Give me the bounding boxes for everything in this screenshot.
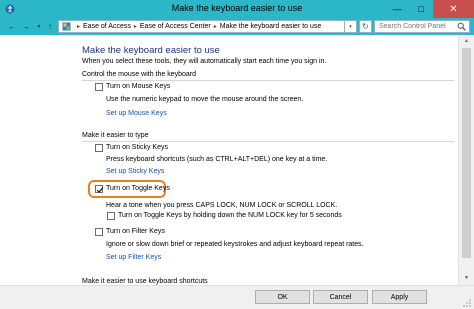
control-panel-icon [62,22,71,31]
scrollbar-thumb[interactable] [462,48,471,258]
toggle-keys-numlock-checkbox[interactable] [107,212,115,220]
sticky-keys-description: Press keyboard shortcuts (such as CTRL+A… [106,156,328,163]
forward-button[interactable]: → [20,21,32,32]
minimize-button[interactable]: — [385,0,409,18]
search-icon[interactable] [457,22,466,31]
section-divider [82,141,454,142]
up-button[interactable]: ↑ [44,21,56,32]
section-label-typing: Make it easier to type [82,132,149,139]
toggle-keys-checkbox[interactable] [95,185,104,194]
mouse-keys-checkbox[interactable] [95,83,103,91]
section-label-mouse: Control the mouse with the keyboard [82,71,197,78]
toggle-keys-description: Hear a tone when you press CAPS LOCK, NU… [106,202,338,209]
refresh-button[interactable]: ↻ [359,20,372,33]
toggle-keys-label[interactable]: Turn on Toggle Keys [106,185,170,192]
close-button[interactable]: ✕ [433,0,474,18]
set-up-mouse-keys-link[interactable]: Set up Mouse Keys [106,110,167,117]
sticky-keys-label[interactable]: Turn on Sticky Keys [106,144,168,151]
resize-grip-icon[interactable] [462,298,472,308]
dialog-footer: OK Cancel Apply [0,285,474,309]
sticky-keys-checkbox[interactable] [95,144,103,152]
section-label-shortcuts: Make it easier to use keyboard shortcuts [82,278,208,285]
checkmark-icon [96,187,104,194]
set-up-filter-keys-link[interactable]: Set up Filter Keys [106,254,161,261]
address-bar[interactable]: ▸ Ease of Access ▸ Ease of Access Center… [58,20,345,33]
ok-button[interactable]: OK [255,290,310,304]
breadcrumb-ease-of-access-center[interactable]: Ease of Access Center [140,23,211,30]
address-dropdown-button[interactable]: ▾ [345,20,357,33]
breadcrumb-separator: ▸ [133,24,137,30]
breadcrumb-current-page[interactable]: Make the keyboard easier to use [220,23,322,30]
maximize-button[interactable]: □ [409,0,433,18]
back-button[interactable]: ← [6,21,18,32]
address-bar-row: ← → ▾ ↑ ▸ Ease of Access ▸ Ease of Acces… [0,18,474,35]
cancel-button[interactable]: Cancel [313,290,368,304]
breadcrumb-separator: ▸ [213,24,217,30]
scroll-up-icon[interactable]: ▲ [462,37,471,46]
toggle-keys-numlock-label[interactable]: Turn on Toggle Keys by holding down the … [118,212,342,219]
filter-keys-description: Ignore or slow down brief or repeated ke… [106,241,364,248]
filter-keys-checkbox[interactable] [95,228,103,236]
section-divider [82,80,454,81]
filter-keys-label[interactable]: Turn on Filter Keys [106,228,165,235]
mouse-keys-label[interactable]: Turn on Mouse Keys [106,83,170,90]
scroll-down-icon[interactable]: ▼ [462,274,471,283]
page-title: Make the keyboard easier to use [82,45,220,56]
breadcrumb-ease-of-access[interactable]: Ease of Access [83,23,131,30]
content-pane: Make the keyboard easier to use When you… [0,35,458,285]
search-input[interactable] [374,20,470,33]
title-bar: Make the keyboard easier to use — □ ✕ [0,0,474,18]
page-subtitle: When you select these tools, they will a… [82,58,327,65]
vertical-scrollbar[interactable]: ▲ ▼ [458,35,474,285]
set-up-sticky-keys-link[interactable]: Set up Sticky Keys [106,168,164,175]
apply-button[interactable]: Apply [372,290,427,304]
mouse-keys-description: Use the numeric keypad to move the mouse… [106,96,304,103]
breadcrumb-separator: ▸ [77,24,81,30]
